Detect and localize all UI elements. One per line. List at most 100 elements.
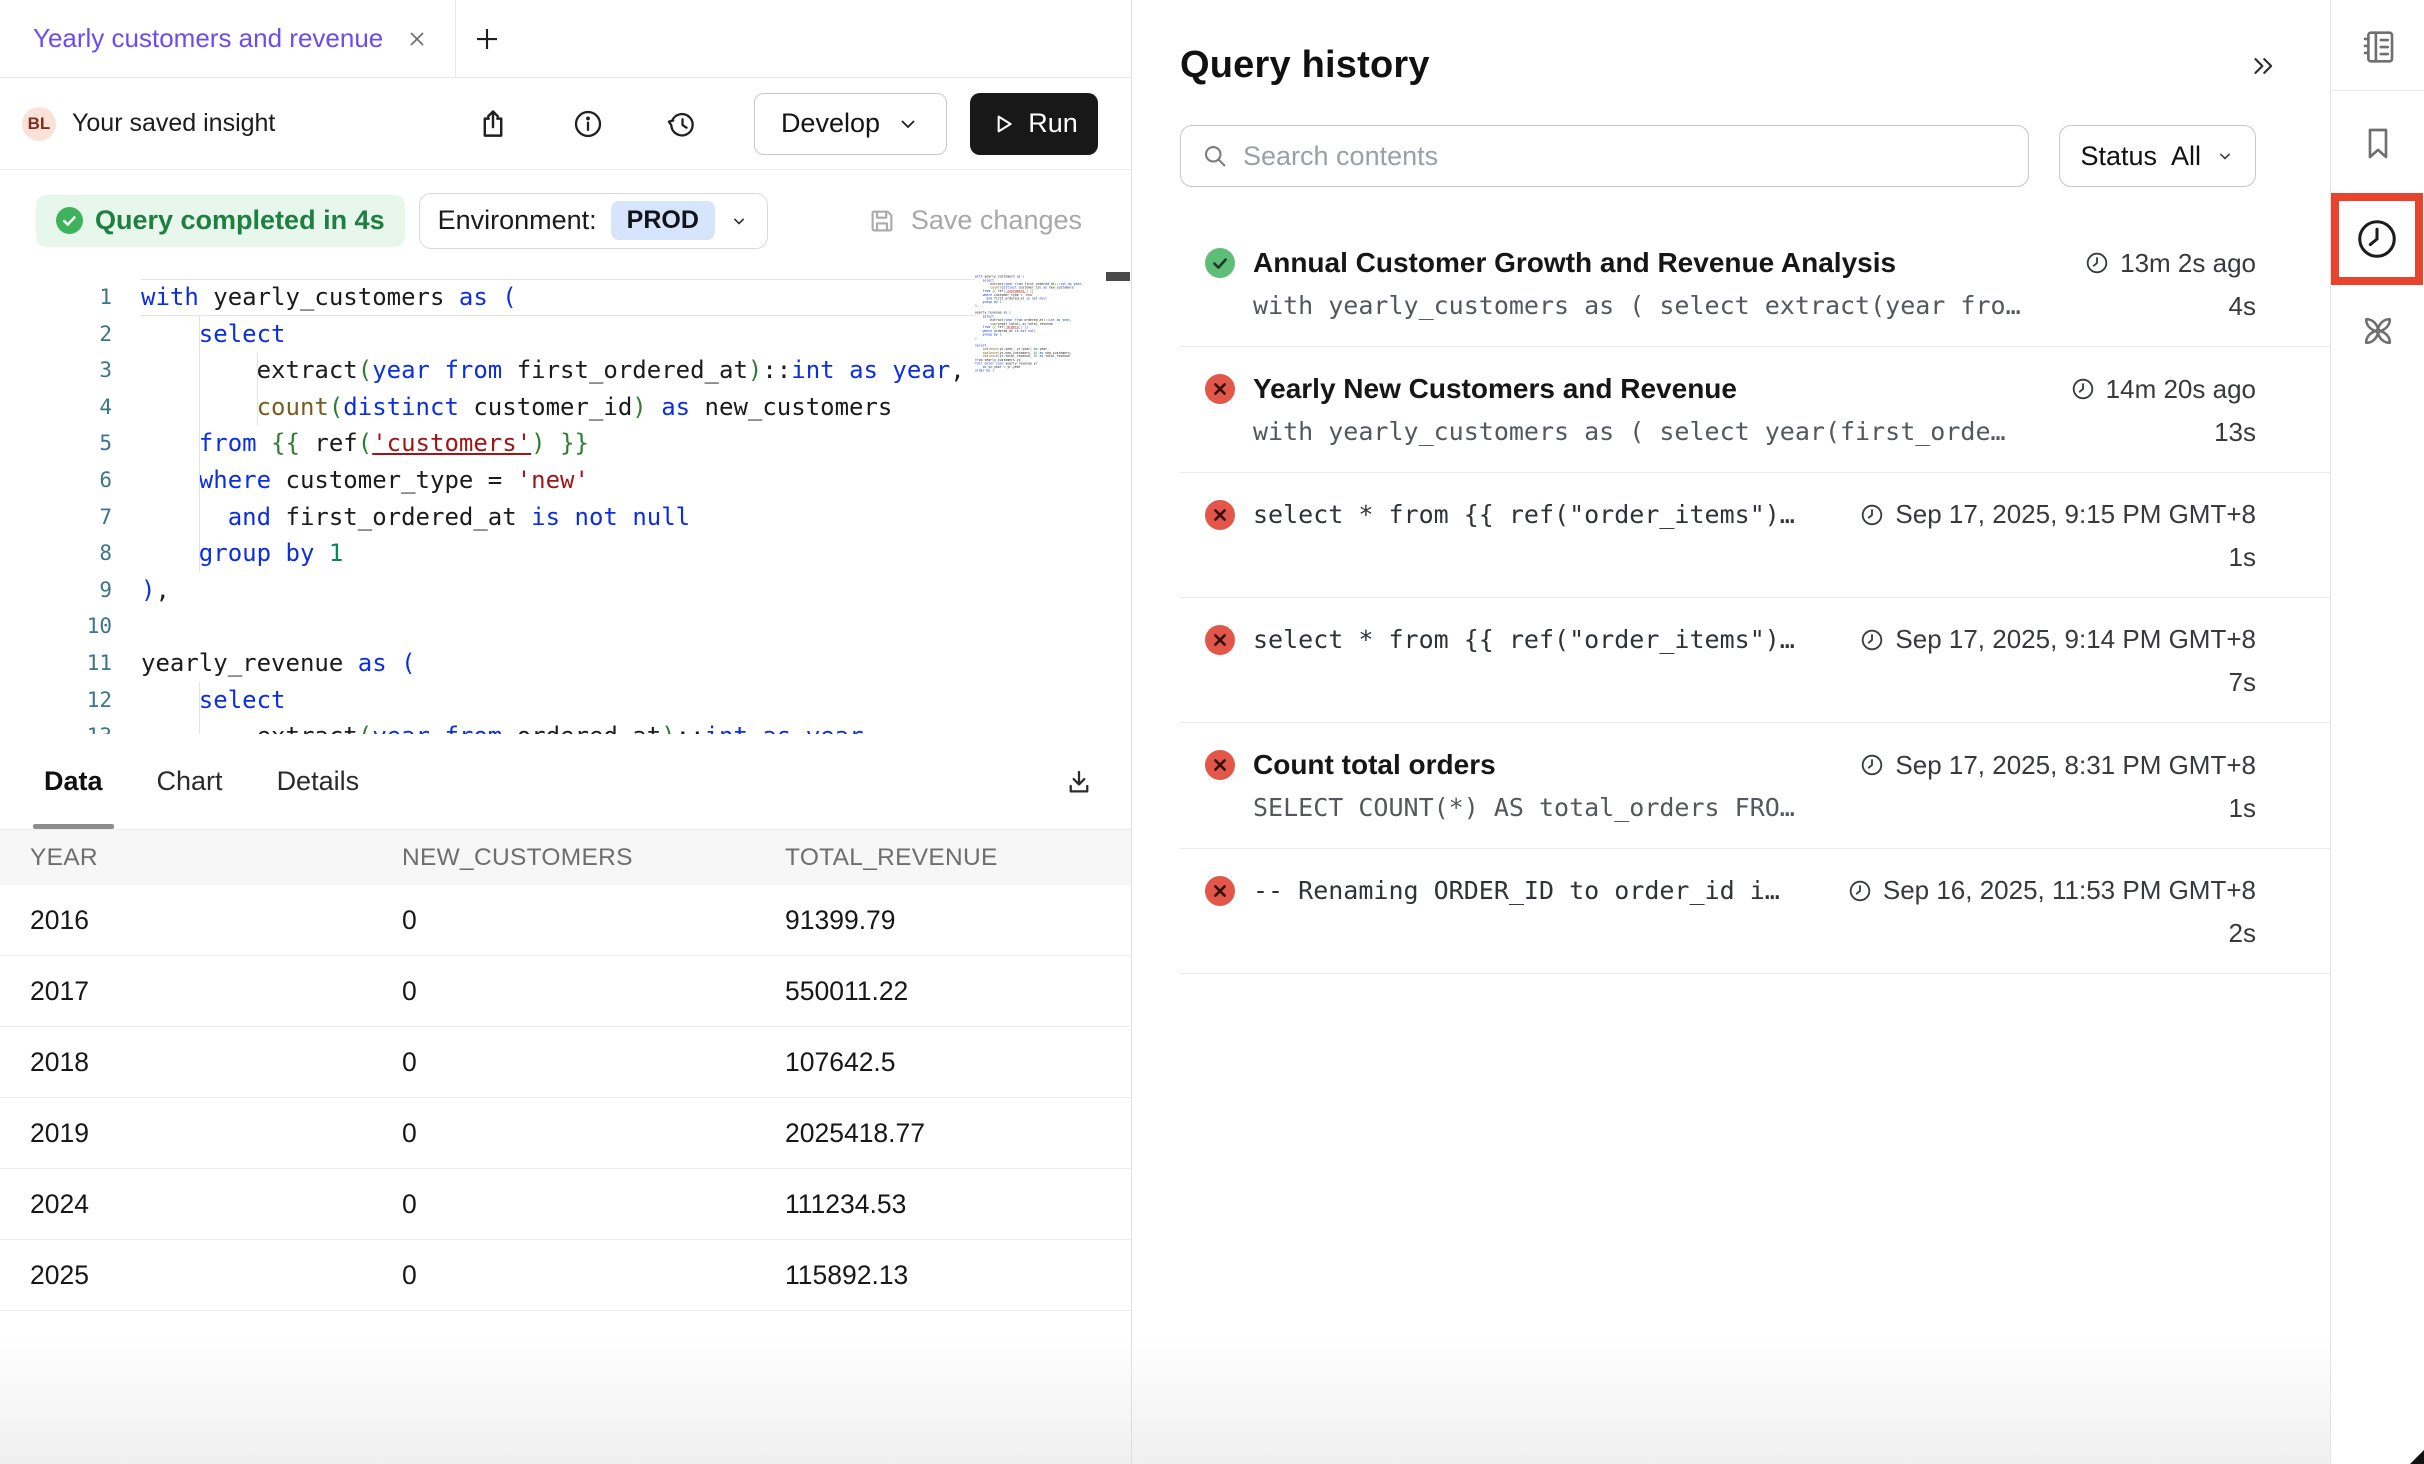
sql-code-editor[interactable]: 12345678910111213 with yearly_customers … [0,271,1131,734]
table-cell: 0 [402,1260,785,1291]
table-cell: 2017 [0,976,402,1007]
table-row[interactable]: 2016091399.79 [0,885,1131,956]
results-tab-bar: Data Chart Details [0,734,1131,829]
save-icon [867,206,897,236]
status-success-icon [1205,248,1235,278]
status-error-icon [1205,500,1235,530]
table-cell: 0 [402,1118,785,1149]
table-row[interactable]: 201902025418.77 [0,1098,1131,1169]
tab-chart[interactable]: Chart [157,734,223,829]
query-history-clock-icon-highlighted[interactable] [2331,193,2423,285]
query-timestamp: Sep 17, 2025, 8:31 PM GMT+8 [1859,750,2256,781]
line-number: 2 [0,316,112,353]
query-title: Annual Customer Growth and Revenue Analy… [1253,247,2066,279]
table-row[interactable]: 20170550011.22 [0,956,1131,1027]
table-cell: 2018 [0,1047,402,1078]
save-changes-button[interactable]: Save changes [867,205,1082,236]
code-line[interactable]: where customer_type = 'new' [141,462,975,499]
query-history-item[interactable]: Yearly New Customers and Revenue 14m 20s… [1180,347,2330,472]
download-icon[interactable] [1063,766,1095,798]
code-line[interactable]: select [141,316,975,353]
code-line[interactable] [141,608,975,645]
status-filter-dropdown[interactable]: Status All [2059,125,2256,187]
tab-data[interactable]: Data [44,734,103,829]
status-bar: Query completed in 4s Environment: PROD … [0,170,1131,271]
indent-guide [199,682,200,734]
query-history-title: Query history [1180,44,1430,87]
run-label: Run [1028,108,1078,139]
close-icon[interactable] [405,27,429,51]
version-history-icon[interactable] [666,108,698,140]
chevron-down-icon [2215,146,2235,166]
table-cell: 2025418.77 [785,1118,1131,1149]
line-number: 12 [0,682,112,719]
query-history-item[interactable]: Count total orders Sep 17, 2025, 8:31 PM… [1180,723,2330,848]
table-row[interactable]: 20250115892.13 [0,1240,1131,1311]
collapse-panel-icon[interactable] [2248,51,2278,81]
code-line[interactable]: count(distinct customer_id) as new_custo… [141,389,975,426]
column-new-customers: NEW_CUSTOMERS [402,844,785,872]
query-history-item[interactable]: select * from {{ ref("order_items")… Sep… [1180,473,2330,597]
query-timestamp: 13m 2s ago [2084,248,2256,279]
new-tab-button[interactable] [472,24,502,54]
info-icon[interactable] [572,108,604,140]
insight-label: Your saved insight [72,109,275,138]
line-number: 5 [0,425,112,462]
tab-yearly-customers[interactable]: Yearly customers and revenue [0,0,456,77]
notebook-icon[interactable] [2331,22,2424,72]
chevron-down-icon [896,112,920,136]
query-history-item[interactable]: select * from {{ ref("order_items")… Sep… [1180,598,2330,722]
query-history-item[interactable]: -- Renaming ORDER_ID to order_id i… Sep … [1180,849,2330,973]
right-icon-sidebar [2330,0,2424,1464]
table-cell: 2016 [0,905,402,936]
code-line[interactable]: ), [141,572,975,609]
search-icon [1201,142,1229,170]
table-cell: 0 [402,1189,785,1220]
search-input[interactable] [1243,141,2008,172]
develop-button[interactable]: Develop [754,93,947,155]
query-history-item[interactable]: Annual Customer Growth and Revenue Analy… [1180,221,2330,346]
tab-bar: Yearly customers and revenue [0,0,1131,78]
table-cell: 115892.13 [785,1260,1131,1291]
results-section: Data Chart Details YEAR NEW_CUSTOMERS TO… [0,734,1131,1464]
code-line[interactable]: extract(year from ordered_at)::int as ye… [141,718,975,734]
editor-minimap[interactable]: with yearly_customers as ( select extrac… [975,275,1105,730]
bookmark-icon[interactable] [2331,118,2424,168]
query-history-panel: Query history Status All Annual Customer… [1132,0,2330,1464]
code-line[interactable]: group by 1 [141,535,975,572]
code-area[interactable]: with yearly_customers as ( select extrac… [125,271,975,734]
query-title: Count total orders [1253,749,1841,781]
environment-selector[interactable]: Environment: PROD [419,193,768,249]
develop-label: Develop [781,108,880,139]
editor-scrollbar[interactable] [1105,271,1131,734]
run-button[interactable]: Run [970,93,1098,155]
line-number: 9 [0,572,112,609]
table-row[interactable]: 20240111234.53 [0,1169,1131,1240]
table-cell: 107642.5 [785,1047,1131,1078]
share-icon[interactable] [476,107,510,141]
query-duration: 2s [2229,918,2256,949]
line-number: 4 [0,389,112,426]
query-status-text: Query completed in 4s [95,205,385,236]
line-number: 10 [0,608,112,645]
code-line[interactable]: and first_ordered_at is not null [141,499,975,536]
scrollbar-thumb[interactable] [1106,272,1130,281]
clock-icon [1859,752,1885,778]
code-line[interactable]: with yearly_customers as ( [141,279,975,316]
code-line[interactable]: extract(year from first_ordered_at)::int… [141,352,975,389]
table-row[interactable]: 20180107642.5 [0,1027,1131,1098]
search-box[interactable] [1180,125,2029,187]
query-title: Yearly New Customers and Revenue [1253,373,2052,405]
tab-details[interactable]: Details [277,734,360,829]
query-title: -- Renaming ORDER_ID to order_id i… [1253,876,1829,905]
lineage-icon[interactable] [2331,306,2424,356]
query-history-controls: Status All [1180,125,2330,187]
environment-value-chip: PROD [611,201,715,240]
code-line[interactable]: select [141,682,975,719]
code-line[interactable]: from {{ ref('customers') }} [141,425,975,462]
query-duration: 1s [2229,793,2256,824]
code-line[interactable]: yearly_revenue as ( [141,645,975,682]
query-timestamp: Sep 17, 2025, 9:14 PM GMT+8 [1859,624,2256,655]
status-error-icon [1205,625,1235,655]
table-cell: 111234.53 [785,1189,1131,1220]
